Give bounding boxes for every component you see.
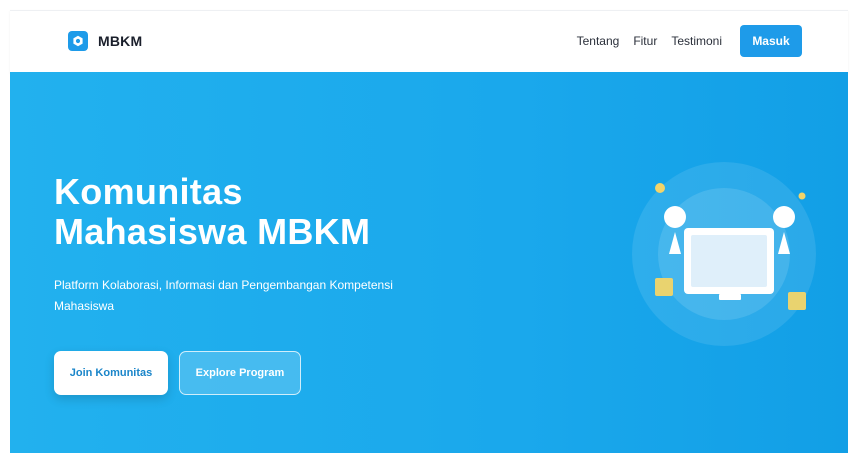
navbar: MBKM Tentang Fitur Testimoni Masuk (10, 10, 848, 73)
explore-program-button[interactable]: Explore Program (179, 351, 301, 395)
hexagon-logo-icon (68, 31, 88, 51)
yellow-dot-icon (798, 192, 806, 200)
monitor-icon (684, 228, 774, 300)
yellow-box-icon (655, 278, 673, 296)
hero-title-line1: Komunitas (54, 171, 243, 212)
join-community-button[interactable]: Join Komunitas (54, 351, 168, 395)
brand-name: MBKM (98, 33, 143, 49)
hero-subtitle: Platform Kolaborasi, Informasi dan Penge… (54, 278, 393, 313)
login-button[interactable]: Masuk (740, 25, 802, 57)
nav-link-tentang[interactable]: Tentang (577, 34, 620, 48)
yellow-box-icon (788, 292, 806, 310)
yellow-dot-icon (655, 183, 665, 193)
hero-title-line2: Mahasiswa MBKM (54, 211, 371, 252)
landing-page: MBKM Tentang Fitur Testimoni Masuk Komun… (0, 0, 856, 453)
nav-links: Tentang Fitur Testimoni Masuk (577, 25, 802, 57)
brand-logo[interactable]: MBKM (68, 31, 142, 51)
hero-title: Komunitas Mahasiswa MBKM (54, 172, 370, 252)
nav-link-testimoni[interactable]: Testimoni (671, 34, 722, 48)
nav-link-fitur[interactable]: Fitur (633, 34, 657, 48)
hero-section: Komunitas Mahasiswa MBKM Platform Kolabo… (10, 72, 848, 453)
computer-collaboration-illustration (632, 162, 816, 346)
